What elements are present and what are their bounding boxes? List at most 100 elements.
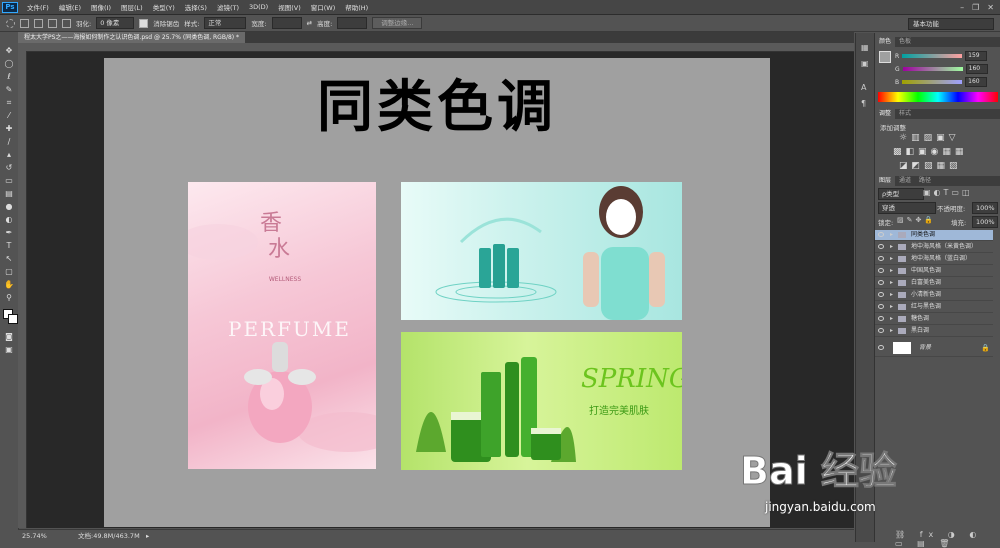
adjust-icons-row-1[interactable]: ☼▥▨▣▽ bbox=[899, 133, 960, 143]
swap-icon[interactable]: ⇄ bbox=[307, 19, 312, 27]
expand-arrow-icon[interactable]: ▸ bbox=[890, 302, 893, 312]
layer-kind-filter[interactable]: ρ类型 bbox=[878, 188, 924, 200]
fill-input[interactable]: 100% bbox=[972, 216, 998, 228]
add-selection-icon[interactable] bbox=[34, 18, 43, 28]
character-panel-icon[interactable]: A bbox=[861, 83, 866, 92]
intersect-selection-icon[interactable] bbox=[62, 18, 71, 28]
eyedropper-tool-icon[interactable]: ⁄ bbox=[4, 112, 14, 120]
healing-tool-icon[interactable]: ✚ bbox=[4, 125, 14, 133]
tab-swatches[interactable]: 色板 bbox=[895, 37, 915, 47]
subtract-selection-icon[interactable] bbox=[48, 18, 57, 28]
lasso-tool-icon[interactable]: ℓ bbox=[4, 73, 14, 81]
menu-view[interactable]: 视图(V) bbox=[273, 2, 306, 12]
blur-tool-icon[interactable]: ● bbox=[4, 203, 14, 211]
color-spectrum[interactable] bbox=[878, 92, 998, 102]
stamp-tool-icon[interactable]: ▴ bbox=[4, 151, 14, 159]
properties-panel-icon[interactable]: ▣ bbox=[861, 59, 869, 68]
expand-arrow-icon[interactable]: ▸ bbox=[890, 290, 893, 300]
history-panel-icon[interactable]: ▦ bbox=[861, 43, 869, 52]
r-slider[interactable] bbox=[902, 54, 963, 58]
visibility-eye-icon[interactable] bbox=[878, 316, 884, 321]
quick-mask-icon[interactable]: ◙ bbox=[4, 333, 14, 341]
menu-help[interactable]: 帮助(H) bbox=[340, 2, 373, 12]
expand-arrow-icon[interactable]: ▸ bbox=[890, 278, 893, 288]
blend-mode-select[interactable]: 穿透 bbox=[878, 202, 936, 214]
r-value[interactable]: 159 bbox=[965, 51, 988, 61]
paragraph-panel-icon[interactable]: ¶ bbox=[861, 99, 866, 108]
layer-group-row[interactable]: ▸ 黑白调 bbox=[875, 326, 993, 337]
quick-select-tool-icon[interactable]: ✎ bbox=[4, 86, 14, 94]
workspace-select[interactable]: 基本功能 bbox=[908, 18, 994, 30]
elliptical-marquee-icon[interactable] bbox=[6, 18, 15, 28]
visibility-eye-icon[interactable] bbox=[878, 232, 884, 237]
gradient-tool-icon[interactable]: ▤ bbox=[4, 190, 14, 198]
feather-input[interactable]: 0 像素 bbox=[96, 17, 135, 29]
visibility-eye-icon[interactable] bbox=[878, 328, 884, 333]
brush-tool-icon[interactable]: ∕ bbox=[4, 138, 14, 146]
layer-group-row[interactable]: ▸ 地中海风格（蓝白调） bbox=[875, 254, 993, 265]
tab-paths[interactable]: 路径 bbox=[915, 176, 935, 186]
zoom-tool-icon[interactable]: ⚲ bbox=[4, 294, 14, 302]
path-select-tool-icon[interactable]: ↖ bbox=[4, 255, 14, 263]
layer-group-row[interactable]: ▸ 小清新色调 bbox=[875, 290, 993, 301]
menu-filter[interactable]: 滤镜(T) bbox=[212, 2, 244, 12]
foreground-swatch[interactable] bbox=[879, 51, 891, 63]
menu-layer[interactable]: 图层(L) bbox=[116, 2, 148, 12]
dodge-tool-icon[interactable]: ◐ bbox=[4, 216, 14, 224]
refine-edge-button[interactable]: 调整边缘... bbox=[372, 17, 423, 29]
visibility-eye-icon[interactable] bbox=[878, 345, 884, 350]
expand-arrow-icon[interactable]: ▸ bbox=[890, 266, 893, 276]
menu-type[interactable]: 类型(Y) bbox=[148, 2, 180, 12]
history-brush-icon[interactable]: ↺ bbox=[4, 164, 14, 172]
restore-icon[interactable]: ❐ bbox=[972, 3, 979, 12]
layer-group-row[interactable]: ▸ 糖色调 bbox=[875, 314, 993, 325]
move-tool-icon[interactable]: ✥ bbox=[4, 47, 14, 55]
visibility-eye-icon[interactable] bbox=[878, 304, 884, 309]
tab-channels[interactable]: 通道 bbox=[895, 176, 915, 186]
adjust-icons-row-2[interactable]: ▩◧▣◉▦▦ bbox=[893, 147, 967, 157]
menu-image[interactable]: 图像(I) bbox=[86, 2, 116, 12]
menu-select[interactable]: 选择(S) bbox=[180, 2, 212, 12]
minimize-icon[interactable]: – bbox=[960, 3, 964, 12]
layers-footer-icons[interactable]: ⛓ fx ◑ ◐ ▭ ▤ 🗑 bbox=[895, 530, 1000, 548]
g-slider[interactable] bbox=[902, 67, 963, 71]
pen-tool-icon[interactable]: ✒ bbox=[4, 229, 14, 237]
menu-3d[interactable]: 3D(D) bbox=[244, 3, 273, 11]
g-value[interactable]: 160 bbox=[965, 64, 988, 74]
layer-group-row[interactable]: ▸ 同类色调 bbox=[875, 230, 993, 241]
expand-arrow-icon[interactable]: ▸ bbox=[890, 242, 893, 252]
expand-arrow-icon[interactable]: ▸ bbox=[890, 314, 893, 324]
tab-styles[interactable]: 样式 bbox=[895, 109, 915, 119]
crop-tool-icon[interactable]: ⌗ bbox=[4, 99, 14, 107]
adjust-icons-row-3[interactable]: ◪◩▧▦▨ bbox=[899, 161, 962, 171]
new-selection-icon[interactable] bbox=[20, 18, 29, 28]
lock-icons[interactable]: ▨✎✥🔒 bbox=[897, 216, 936, 224]
menu-edit[interactable]: 编辑(E) bbox=[54, 2, 86, 12]
layer-group-row[interactable]: ▸ 地中海风格（米黄色调） bbox=[875, 242, 993, 253]
close-icon[interactable]: ✕ bbox=[987, 3, 994, 12]
status-menu-arrow-icon[interactable]: ▸ bbox=[146, 530, 149, 543]
tab-adjustments[interactable]: 调整 bbox=[875, 109, 896, 119]
document-tab[interactable]: 程太大学PS之——海报如何制作之认识色调.psd @ 25.7% (同类色调, … bbox=[18, 32, 246, 43]
background-color-swatch[interactable] bbox=[8, 314, 18, 324]
visibility-eye-icon[interactable] bbox=[878, 256, 884, 261]
height-input[interactable] bbox=[337, 17, 368, 29]
layer-group-row[interactable]: ▸ 中国风色调 bbox=[875, 266, 993, 277]
b-value[interactable]: 160 bbox=[965, 77, 988, 87]
menu-window[interactable]: 窗口(W) bbox=[306, 2, 341, 12]
expand-arrow-icon[interactable]: ▸ bbox=[890, 326, 893, 336]
shape-tool-icon[interactable]: ▢ bbox=[4, 268, 14, 276]
layer-filter-icons[interactable]: ▣◐T▭◫ bbox=[923, 188, 973, 197]
tab-color[interactable]: 颜色 bbox=[875, 37, 896, 47]
visibility-eye-icon[interactable] bbox=[878, 292, 884, 297]
visibility-eye-icon[interactable] bbox=[878, 280, 884, 285]
tab-layers[interactable]: 图层 bbox=[875, 176, 896, 186]
screen-mode-icon[interactable]: ▣ bbox=[4, 346, 14, 354]
style-select[interactable]: 正常 bbox=[204, 17, 247, 29]
hand-tool-icon[interactable]: ✋ bbox=[4, 281, 14, 289]
visibility-eye-icon[interactable] bbox=[878, 244, 884, 249]
background-layer-row[interactable]: 背景 🔒 bbox=[875, 340, 993, 357]
marquee-tool-icon[interactable]: ◯ bbox=[4, 60, 14, 68]
eraser-tool-icon[interactable]: ▭ bbox=[4, 177, 14, 185]
antialias-checkbox[interactable] bbox=[139, 18, 149, 28]
